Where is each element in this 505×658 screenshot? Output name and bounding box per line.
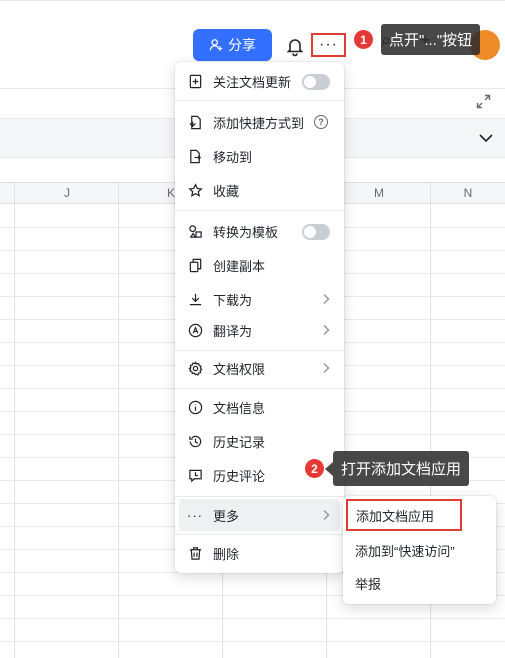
more-options-button[interactable]: ··· (311, 33, 346, 57)
column-header-prev[interactable] (0, 182, 15, 204)
menu-item-doc-info[interactable]: 文档信息 (179, 391, 340, 423)
menu-divider (175, 388, 344, 389)
menu-divider (175, 100, 344, 101)
bell-plus-icon (187, 73, 203, 89)
submenu-item-report[interactable]: 举报 (347, 568, 492, 598)
grid-line (118, 182, 119, 658)
trash-icon (187, 545, 203, 561)
menu-item-history[interactable]: 历史记录 (179, 425, 340, 457)
share-button[interactable]: 分享 (193, 29, 272, 61)
chevron-down-icon[interactable] (478, 133, 494, 143)
history-icon (187, 433, 203, 449)
more-submenu: 添加文档应用 添加到“快速访问” 举报 (343, 496, 496, 604)
menu-item-favorite[interactable]: 收藏 (179, 174, 340, 206)
column-header-j[interactable]: J (15, 182, 119, 204)
help-icon[interactable]: ? (314, 115, 328, 129)
step-badge-2: 2 (305, 459, 324, 478)
grid-row-line (0, 641, 505, 642)
menu-item-download-as[interactable]: 下载为 (179, 283, 340, 315)
menu-item-convert-template[interactable]: 转换为模板 (179, 215, 340, 247)
submenu-item-add-doc-app[interactable]: 添加文档应用 (346, 499, 462, 531)
tooltip-step-2: 打开添加文档应用 (324, 451, 470, 486)
download-icon (187, 291, 203, 307)
menu-item-create-copy[interactable]: 创建副本 (179, 249, 340, 281)
menu-item-more[interactable]: ··· 更多 (179, 499, 340, 531)
template-toggle[interactable] (302, 224, 330, 240)
grid-line (14, 182, 15, 658)
comment-history-icon (187, 467, 203, 483)
menu-divider (175, 496, 344, 497)
chevron-right-icon (323, 325, 330, 335)
add-user-icon (209, 39, 223, 51)
tooltip-step-1: 点开"..."按钮 (381, 24, 481, 55)
shortcut-icon (187, 114, 203, 130)
more-options-menu: 关注文档更新 添加快捷方式到 ? 移动到 收藏 转换为模板 创建副本 下载为 翻… (175, 62, 344, 573)
gear-icon (187, 360, 203, 376)
grid-row-line (0, 618, 505, 619)
menu-item-translate-as[interactable]: 翻译为 (179, 314, 340, 346)
notification-bell-icon[interactable] (284, 35, 306, 57)
menu-item-doc-permissions[interactable]: 文档权限 (179, 352, 340, 384)
menu-divider (175, 210, 344, 211)
submenu-item-add-quick-access[interactable]: 添加到“快速访问” (347, 535, 492, 565)
menu-item-delete[interactable]: 删除 (179, 537, 340, 569)
chevron-right-icon (323, 294, 330, 304)
star-icon (187, 182, 203, 198)
info-icon (187, 399, 203, 415)
chevron-right-icon (323, 363, 330, 373)
translate-icon (187, 322, 203, 338)
follow-updates-toggle[interactable] (302, 74, 330, 90)
more-dots-icon: ··· (319, 36, 338, 53)
template-icon (187, 223, 203, 239)
more-dots-icon: ··· (187, 507, 203, 523)
menu-item-follow-updates[interactable]: 关注文档更新 (179, 65, 340, 97)
menu-item-add-shortcut[interactable]: 添加快捷方式到 ? (179, 106, 340, 138)
expand-icon[interactable] (476, 94, 491, 109)
step-badge-1: 1 (354, 30, 373, 49)
menu-divider (175, 534, 344, 535)
share-label: 分享 (228, 37, 256, 53)
chevron-right-icon (323, 510, 330, 520)
move-file-icon (187, 148, 203, 164)
copy-icon (187, 257, 203, 273)
column-header-n[interactable]: N (431, 182, 505, 204)
menu-item-move-to[interactable]: 移动到 (179, 140, 340, 172)
menu-divider (175, 350, 344, 351)
